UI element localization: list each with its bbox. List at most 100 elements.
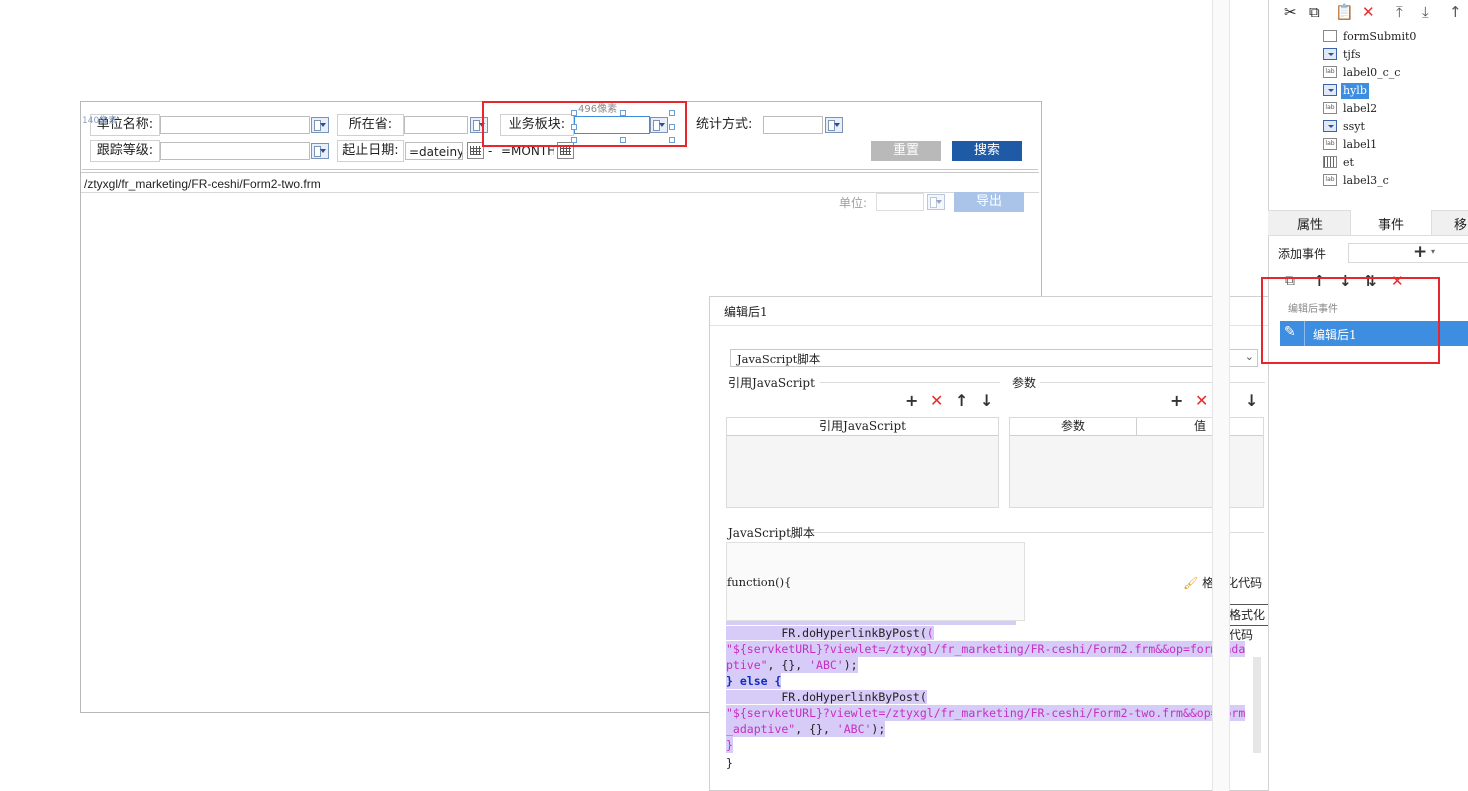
code-keyword: else <box>739 674 768 688</box>
combo-icon <box>1323 84 1337 96</box>
ref-js-section-title: 引用JavaScript <box>728 376 815 390</box>
tree-item-label: label1 <box>1343 138 1378 151</box>
copy-icon[interactable]: ⧉ <box>1309 3 1320 21</box>
add-event-dropdown[interactable]: + ▾ <box>1348 242 1468 263</box>
unit-label: 单位: <box>839 196 868 210</box>
code-editor[interactable]: FR.doHyperlinkByPost(( "${servketURL}?vi… <box>726 621 1262 755</box>
code-line: FR.doHyperlinkByPost( <box>726 626 927 640</box>
ref-js-column-header[interactable]: 引用JavaScript <box>727 418 998 436</box>
move-top-icon[interactable]: ⤒ <box>1396 3 1403 21</box>
highlight-box <box>482 101 687 147</box>
right-panel <box>1268 0 1468 791</box>
province-combo[interactable] <box>404 116 468 134</box>
divider <box>812 532 1264 533</box>
label-icon: lab <box>1323 66 1337 78</box>
combo-icon <box>1323 120 1337 132</box>
combo-icon <box>1323 48 1337 60</box>
chevron-down-icon[interactable]: ⌄ <box>1245 350 1254 363</box>
date-start-field[interactable]: =dateinye <box>405 142 463 160</box>
divider <box>81 172 1039 173</box>
tab-move[interactable]: 移 <box>1454 214 1467 233</box>
unit-combo[interactable] <box>876 193 924 211</box>
code-line: } <box>726 737 733 753</box>
tree-item-label: label3_c <box>1343 174 1389 187</box>
code-line: "${servketURL}?viewlet=/ztyxgl/fr_market… <box>726 641 1246 657</box>
code-text: ); <box>843 658 858 672</box>
code-line: "${servketURL}?viewlet=/ztyxgl/fr_market… <box>726 705 1246 721</box>
tree-item-label: label0_c_c <box>1343 66 1401 79</box>
code-text: } <box>726 674 740 688</box>
param-move-down-icon[interactable]: ↓ <box>1245 393 1258 409</box>
move-up-icon[interactable]: ↑ <box>1449 3 1462 21</box>
move-up-icon[interactable]: ↑ <box>955 393 968 409</box>
code-scrollbar[interactable] <box>1253 657 1261 753</box>
move-bottom-icon[interactable]: ⤓ <box>1422 3 1429 21</box>
code-string: ptive" <box>726 658 768 672</box>
code-last-line: } <box>726 756 733 770</box>
tree-item-label: hylb <box>1341 83 1369 99</box>
vertical-scrollbar[interactable] <box>1212 0 1230 791</box>
stat-dropdown-icon[interactable] <box>825 117 843 133</box>
delete-icon[interactable]: ✕ <box>1362 3 1375 21</box>
params-section-title: 参数 <box>1012 376 1037 390</box>
divider <box>710 325 1277 326</box>
province-label: 所在省: <box>337 114 404 136</box>
grid-icon <box>1323 156 1337 168</box>
tree-item-label: label2 <box>1343 102 1378 115</box>
left-offset-hint: 140像素 <box>82 116 118 126</box>
delete-param-icon[interactable]: ✕ <box>1195 393 1208 409</box>
value-column-header[interactable]: 值 <box>1137 418 1263 436</box>
plus-icon[interactable]: + <box>1413 242 1427 262</box>
caret-down-icon[interactable]: ▾ <box>1431 247 1435 256</box>
divider <box>820 382 1000 383</box>
follow-level-combo[interactable] <box>160 142 310 160</box>
ref-js-table[interactable]: 引用JavaScript <box>726 417 999 508</box>
tab-events-label: 事件 <box>1378 218 1405 233</box>
form-submit-icon <box>1323 30 1337 42</box>
unit-dropdown-icon[interactable] <box>927 194 945 210</box>
code-string: 'ABC' <box>809 658 844 672</box>
reset-button[interactable]: 重置 <box>871 141 941 161</box>
paste-icon[interactable]: 📋 <box>1335 3 1354 21</box>
code-text: ); <box>871 722 886 736</box>
search-button[interactable]: 搜索 <box>952 141 1022 161</box>
code-string: 'ABC' <box>836 722 872 736</box>
event-editor-dialog[interactable]: 编辑后1 JavaScript脚本 ⌄ 引用JavaScript 参数 + ✕ … <box>709 296 1278 791</box>
unit-name-combo[interactable] <box>160 116 310 134</box>
tab-properties[interactable]: 属性 <box>1297 214 1323 233</box>
stat-label: 统计方式: <box>696 117 753 132</box>
follow-level-label: 跟踪等级: <box>90 140 160 162</box>
dialog-title: 编辑后1 <box>724 305 768 319</box>
code-line: FR.doHyperlinkByPost( <box>726 690 927 704</box>
script-type-select[interactable]: JavaScript脚本 ⌄ <box>730 349 1258 367</box>
code-text: , {}, <box>767 658 810 672</box>
report-path: /ztyxgl/fr_marketing/FR-ceshi/Form2-two.… <box>84 177 321 191</box>
code-string: _adaptive" <box>726 722 796 736</box>
tree-item-label: tjfs <box>1343 48 1361 61</box>
delete-icon[interactable]: ✕ <box>930 393 943 409</box>
label-icon: lab <box>1323 174 1337 186</box>
tree-item-label: formSubmit0 <box>1343 30 1417 43</box>
code-header-area[interactable]: function(){ <box>726 542 1025 621</box>
export-button[interactable]: 导出 <box>954 192 1024 212</box>
stat-combo[interactable] <box>763 116 823 134</box>
add-event-label: 添加事件 <box>1278 247 1327 261</box>
cut-icon[interactable]: ✂ <box>1284 3 1297 21</box>
unit-name-dropdown-icon[interactable] <box>311 117 329 133</box>
script-section-title: JavaScript脚本 <box>728 526 815 540</box>
label-icon: lab <box>1323 102 1337 114</box>
highlight-box <box>1261 277 1440 364</box>
date-range-label: 起止日期: <box>337 140 404 162</box>
brush-icon: 🖌 <box>1183 576 1199 590</box>
divider <box>1040 382 1265 383</box>
move-down-icon[interactable]: ↓ <box>980 393 993 409</box>
tree-item-label: ssyt <box>1343 120 1365 133</box>
follow-level-dropdown-icon[interactable] <box>311 143 329 159</box>
code-first-line: function(){ <box>727 575 792 589</box>
param-column-header[interactable]: 参数 <box>1010 418 1137 436</box>
label-icon: lab <box>1323 138 1337 150</box>
code-text: { <box>767 674 782 688</box>
add-icon[interactable]: + <box>905 393 918 409</box>
code-text: , {}, <box>795 722 837 736</box>
add-param-icon[interactable]: + <box>1170 393 1183 409</box>
